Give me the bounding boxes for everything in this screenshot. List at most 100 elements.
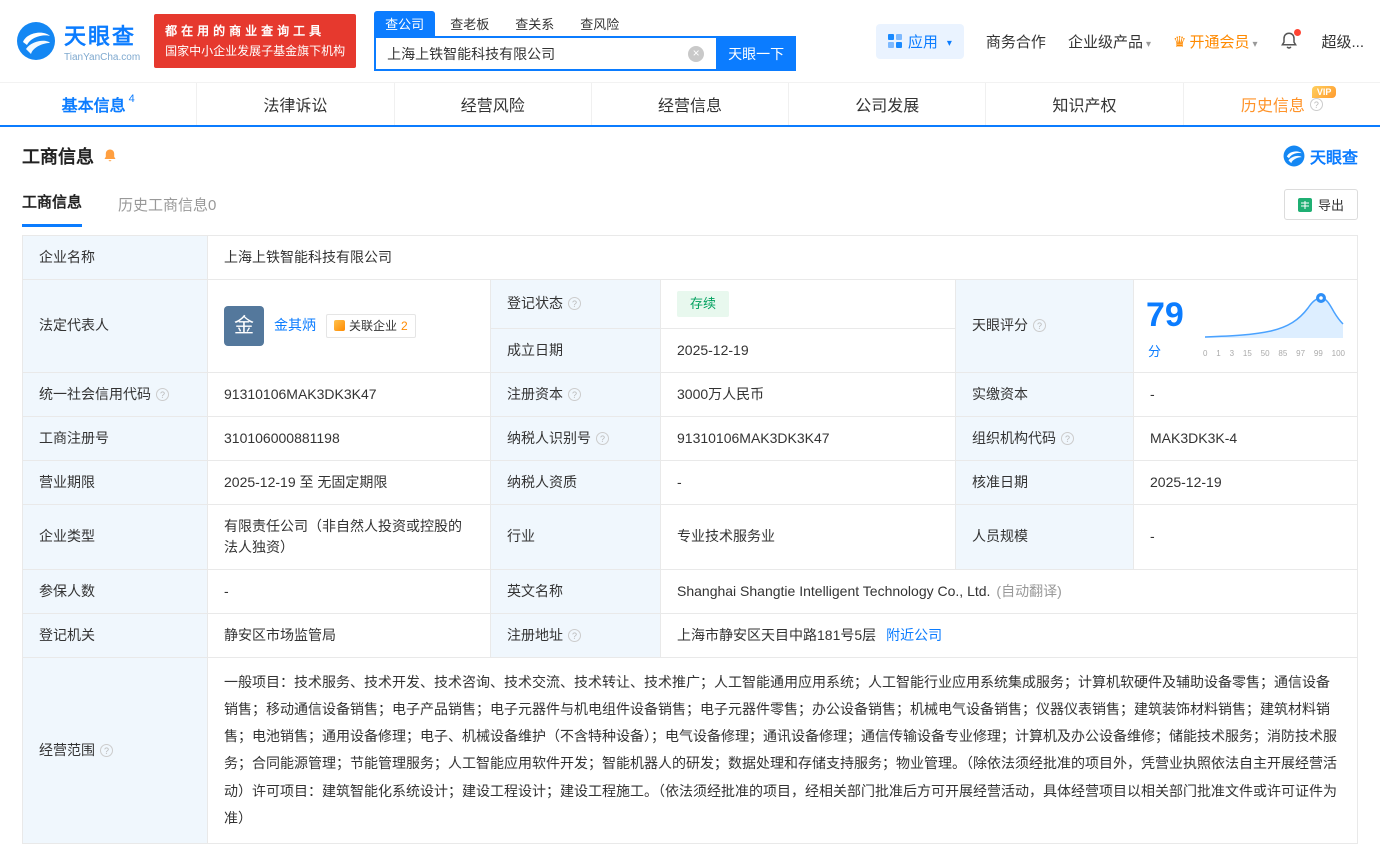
section-header: 工商信息 天眼查 <box>22 143 1358 169</box>
enterprise-products-link[interactable]: 企业级产品 <box>1068 31 1151 52</box>
search-tabs: 查公司 查老板 查关系 查风险 <box>374 11 796 36</box>
field-label-company-name: 企业名称 <box>22 235 208 280</box>
legal-rep-avatar[interactable]: 金 <box>224 305 264 346</box>
help-icon[interactable] <box>100 743 113 757</box>
help-icon[interactable] <box>156 387 169 401</box>
score-value: 79 分 <box>1146 290 1193 362</box>
field-label-text: 统一社会信用代码 <box>39 385 151 402</box>
field-value-paid-capital: - <box>1133 371 1358 417</box>
notification-bell-icon[interactable] <box>1279 29 1302 51</box>
export-label: 导出 <box>1317 198 1344 213</box>
help-icon[interactable] <box>1033 319 1046 333</box>
auto-translate-note: (自动翻译) <box>996 582 1062 599</box>
field-label-business-term: 营业期限 <box>22 459 208 505</box>
field-label-reg-number: 工商注册号 <box>22 415 208 461</box>
tianyancha-watermark-icon <box>1283 145 1305 167</box>
field-label-reg-status: 登记状态 <box>490 279 661 329</box>
field-value-reg-number: 310106000881198 <box>207 415 491 461</box>
logo-subtitle: TianYanCha.com <box>64 52 141 63</box>
promo-badge: 都在用的商业查询工具 国家中小企业发展子基金旗下机构 <box>154 13 357 69</box>
super-vip-link[interactable]: 超级... <box>1321 31 1364 52</box>
watermark-logo: 天眼查 <box>1283 144 1358 168</box>
open-vip-link[interactable]: ♛ 开通会员 <box>1173 31 1258 52</box>
field-value-reg-status: 存续 <box>660 279 956 329</box>
address-text: 上海市静安区天目中路181号5层 <box>677 626 877 643</box>
help-icon[interactable] <box>1061 431 1074 445</box>
tab-label: 知识产权 <box>1052 98 1117 115</box>
score-unit: 分 <box>1148 343 1162 359</box>
tab-badge: 4 <box>128 93 135 105</box>
related-company-icon <box>334 320 345 332</box>
tab-history-info[interactable]: 历史信息 VIP <box>1184 83 1380 125</box>
tianyancha-logo[interactable]: 天眼查 TianYanCha.com <box>16 19 140 63</box>
score-chart: 0 1 3 15 50 85 97 99 100 <box>1203 291 1345 360</box>
field-value-business-scope: 一般项目：技术服务、技术开发、技术咨询、技术交流、技术转让、技术推广；人工智能通… <box>207 656 1358 844</box>
search-tab-risk[interactable]: 查风险 <box>569 11 630 36</box>
search-input[interactable] <box>374 36 717 71</box>
field-value-english-name: Shanghai Shangtie Intelligent Technology… <box>660 568 1358 614</box>
apps-grid-icon <box>887 34 902 48</box>
search-tab-boss[interactable]: 查老板 <box>439 11 500 36</box>
field-value-reg-capital: 3000万人民币 <box>660 371 956 417</box>
field-value-establish-date: 2025-12-19 <box>660 327 956 373</box>
table-row: 参保人数 - 英文名称 Shanghai Shangtie Intelligen… <box>22 568 1358 614</box>
help-icon[interactable] <box>568 628 581 642</box>
field-label-legal-rep: 法定代表人 <box>22 279 208 373</box>
field-value-approval-date: 2025-12-19 <box>1133 459 1358 505</box>
apps-label: 应用 <box>907 33 938 51</box>
tab-legal-litigation[interactable]: 法律诉讼 <box>197 83 395 125</box>
field-label-text: 经营范围 <box>39 741 95 758</box>
logo-title: 天眼查 <box>64 24 137 49</box>
field-label-reg-authority: 登记机关 <box>22 612 208 658</box>
tab-operation-info[interactable]: 经营信息 <box>592 83 790 125</box>
tab-intellectual-property[interactable]: 知识产权 <box>986 83 1184 125</box>
main-content: 工商信息 天眼查 工商信息 历史工商信息0 导出 企业名称 上海上铁智能科技有限… <box>0 143 1380 844</box>
field-value-taxpayer-id: 91310106MAK3DK3K47 <box>660 415 956 461</box>
help-icon[interactable] <box>568 297 581 311</box>
chevron-down-icon <box>1249 34 1257 51</box>
promo-line2: 国家中小企业发展子基金旗下机构 <box>165 44 346 58</box>
field-label-text: 登记状态 <box>507 295 563 312</box>
promo-line1: 都在用的商业查询工具 <box>165 23 326 38</box>
field-label-english-name: 英文名称 <box>490 568 661 614</box>
english-name-text: Shanghai Shangtie Intelligent Technology… <box>677 582 991 599</box>
field-value-reg-authority: 静安区市场监管局 <box>207 612 491 658</box>
search-tab-company[interactable]: 查公司 <box>374 11 436 36</box>
tab-basic-info[interactable]: 基本信息 4 <box>0 83 198 125</box>
field-value-reg-address: 上海市静安区天目中路181号5层 附近公司 <box>660 612 1358 658</box>
export-button[interactable]: 导出 <box>1283 189 1358 220</box>
search-button[interactable]: 天眼一下 <box>716 36 797 71</box>
score-number: 79 <box>1146 295 1184 334</box>
tab-operation-risk[interactable]: 经营风险 <box>395 83 592 125</box>
field-value-insured-count: - <box>207 568 491 614</box>
subtab-history-business-info[interactable]: 历史工商信息0 <box>118 194 216 227</box>
search-tab-relation[interactable]: 查关系 <box>504 11 565 36</box>
table-row: 工商注册号 310106000881198 纳税人识别号 91310106MAK… <box>22 415 1358 461</box>
section-title: 工商信息 <box>22 147 94 167</box>
related-companies-tag[interactable]: 关联企业 2 <box>326 313 416 338</box>
tab-company-development[interactable]: 公司发展 <box>789 83 987 125</box>
field-value-company-name: 上海上铁智能科技有限公司 <box>207 235 1358 280</box>
field-label-insured-count: 参保人数 <box>22 568 208 614</box>
help-icon[interactable] <box>1309 97 1323 111</box>
nearby-companies-link[interactable]: 附近公司 <box>886 627 942 643</box>
status-badge: 存续 <box>677 291 730 317</box>
tianyancha-logo-icon <box>17 22 55 60</box>
business-cooperation-link[interactable]: 商务合作 <box>986 31 1046 52</box>
chevron-down-icon <box>1143 34 1151 51</box>
apps-menu[interactable]: 应用 <box>875 23 964 59</box>
subtab-business-info[interactable]: 工商信息 <box>22 191 83 227</box>
top-header: 天眼查 TianYanCha.com 都在用的商业查询工具 国家中小企业发展子基… <box>0 0 1380 82</box>
field-label-text: 天眼评分 <box>972 317 1028 334</box>
help-icon[interactable] <box>596 431 609 445</box>
field-label-approval-date: 核准日期 <box>955 459 1134 505</box>
field-value-legal-rep: 金 金其炳 关联企业 2 <box>207 279 491 373</box>
field-label-text: 注册地址 <box>507 626 563 643</box>
help-icon[interactable] <box>568 387 581 401</box>
field-value-industry: 专业技术服务业 <box>660 503 956 570</box>
tab-label: 基本信息 <box>61 98 126 115</box>
subscribe-bell-icon[interactable] <box>102 148 118 164</box>
legal-rep-name-link[interactable]: 金其炳 <box>274 315 316 336</box>
field-label-org-code: 组织机构代码 <box>955 415 1134 461</box>
table-row: 经营范围 一般项目：技术服务、技术开发、技术咨询、技术交流、技术转让、技术推广；… <box>22 656 1358 844</box>
